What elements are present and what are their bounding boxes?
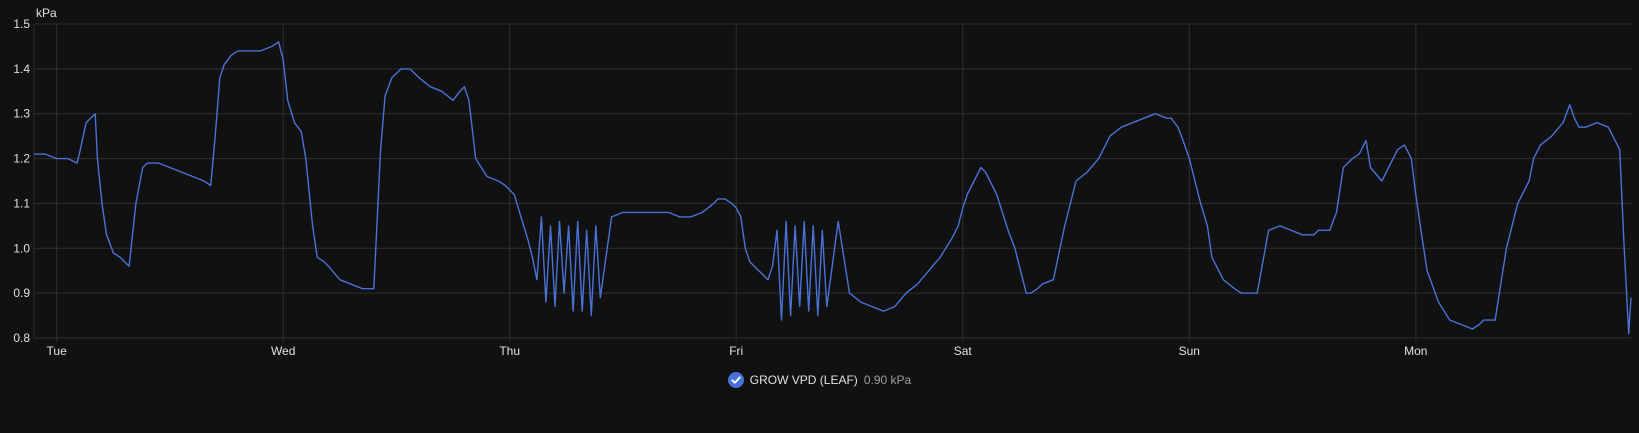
x-tick-label: Sat [954,344,973,358]
y-tick-label: 1.1 [13,196,30,210]
legend-series-value: 0.90 kPa [863,373,912,387]
x-tick-label: Wed [271,344,295,358]
y-tick-label: 1.0 [13,241,30,255]
grid-lines [33,23,1631,342]
x-tick-label: Sun [1179,344,1200,358]
y-axis-unit-label: kPa [36,6,57,20]
y-tick-label: 1.5 [13,17,30,31]
history-chart-card: kPa 0.8 0.9 1.0 1.1 1.2 1.3 1.4 1.5 Tue Wed Thu Fr… [0,0,1639,433]
x-tick-label: Tue [47,344,68,358]
legend-series-name: GROW VPD (LEAF) [749,373,858,387]
y-tick-label: 1.4 [13,62,30,76]
vpd-line-chart[interactable]: kPa 0.8 0.9 1.0 1.1 1.2 1.3 1.4 1.5 Tue Wed Thu Fr… [0,0,1639,433]
x-tick-label: Fri [729,344,743,358]
series-lines[interactable] [34,41,1632,335]
x-tick-label: Thu [499,344,520,358]
check-circle-icon[interactable] [727,372,744,388]
legend-item-grow-vpd-leaf[interactable]: GROW VPD (LEAF) 0.90 kPa [727,372,912,388]
x-tick-label: Mon [1404,344,1427,358]
y-tick-label: 0.8 [13,331,30,345]
x-axis-ticks: Tue Wed Thu Fri Sat Sun Mon [47,344,1428,358]
y-tick-label: 1.2 [13,152,30,166]
y-tick-label: 0.9 [13,286,30,300]
series-line-grow-vpd-leaf[interactable] [34,41,1632,335]
legend: GROW VPD (LEAF) 0.90 kPa [0,372,1639,388]
y-tick-label: 1.3 [13,107,30,121]
y-axis-ticks: 0.8 0.9 1.0 1.1 1.2 1.3 1.4 1.5 [13,17,30,345]
